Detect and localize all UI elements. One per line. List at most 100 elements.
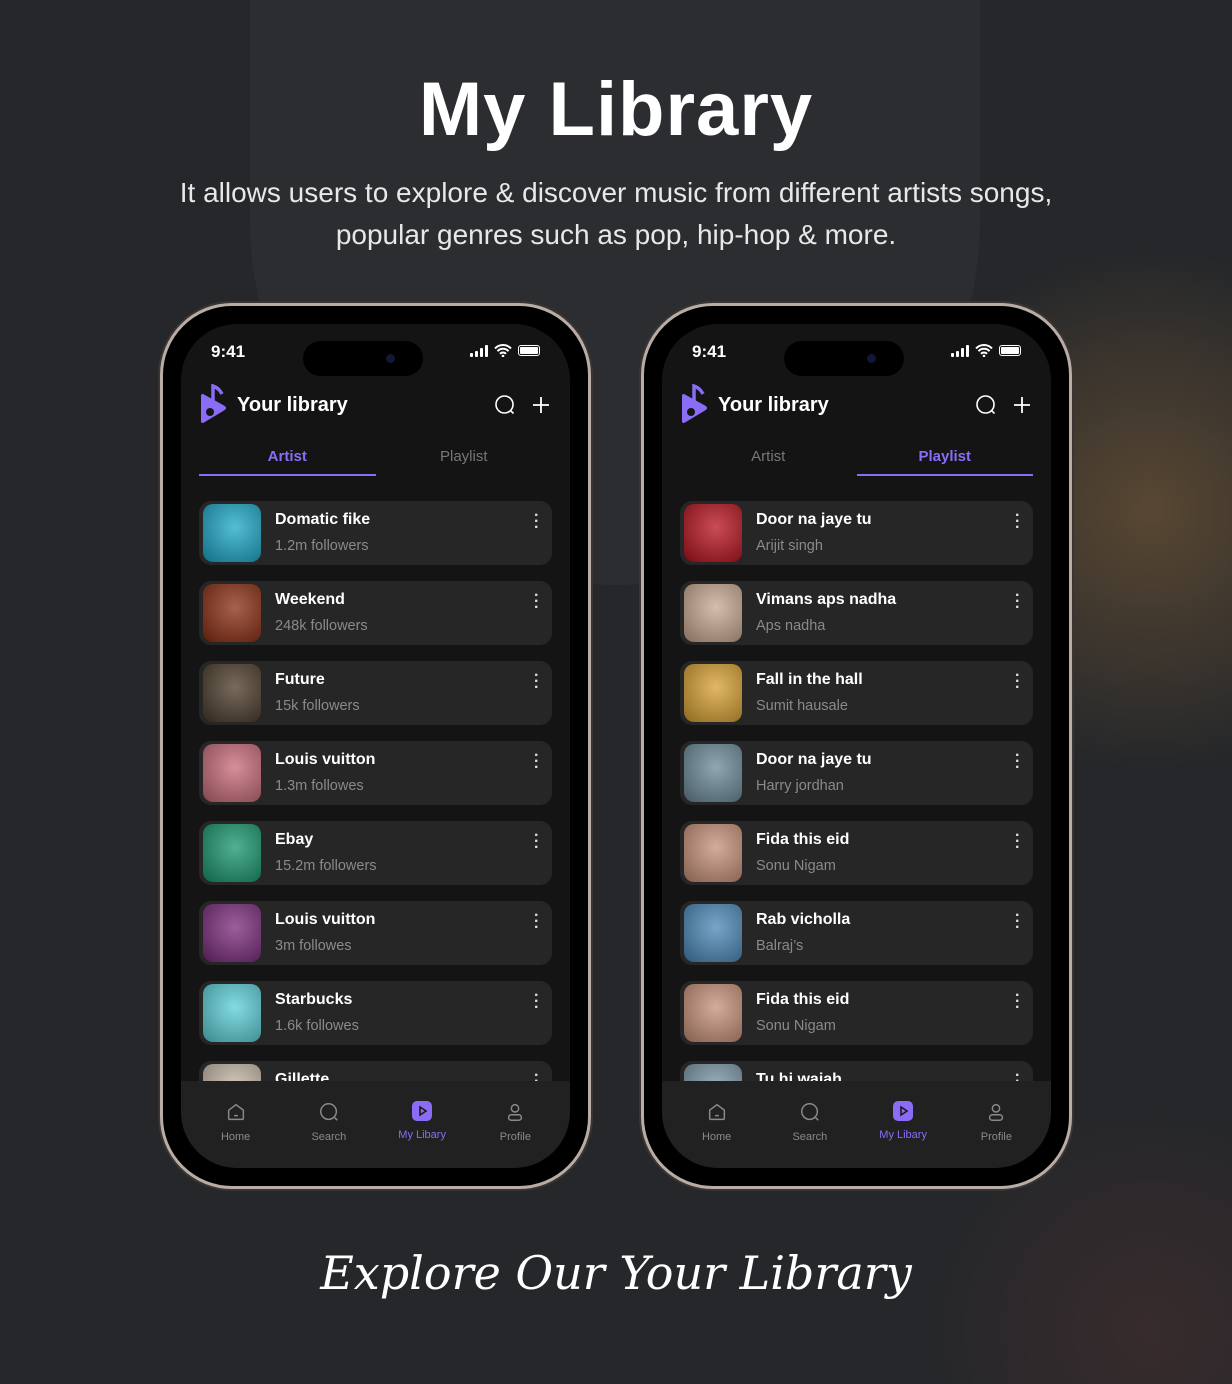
- search-icon: [763, 1101, 856, 1123]
- library-tabs: Artist Playlist: [680, 444, 1033, 476]
- nav-label: Search: [311, 1131, 347, 1143]
- nav-profile[interactable]: Profile: [950, 1081, 1043, 1168]
- search-icon[interactable]: [975, 394, 997, 416]
- nav-home[interactable]: Home: [189, 1081, 282, 1168]
- item-subtitle: 1.6k followes: [275, 1018, 359, 1034]
- more-options-icon[interactable]: ···: [1015, 668, 1020, 696]
- home-icon: [189, 1101, 282, 1123]
- nav-search[interactable]: Search: [282, 1081, 375, 1168]
- list-item[interactable]: Future 15k followers · · ·: [199, 661, 552, 725]
- battery-icon: [999, 345, 1021, 356]
- list-item[interactable]: Rab vicholla Balraj’s · · ·: [680, 901, 1033, 965]
- item-subtitle: 248k followers: [275, 618, 368, 634]
- list-item[interactable]: Vimans aps nadha Aps nadha · · ·: [680, 581, 1033, 645]
- item-title: Future: [275, 671, 325, 688]
- item-subtitle: 15.2m followers: [275, 858, 377, 874]
- item-subtitle: Harry jordhan: [756, 778, 844, 794]
- status-time: 9:41: [211, 342, 246, 361]
- list-item[interactable]: Domatic fike 1.2m followers · · ·: [199, 501, 552, 565]
- more-options-icon[interactable]: ···: [534, 988, 539, 1016]
- nav-label: Profile: [499, 1131, 531, 1143]
- add-icon[interactable]: [1011, 394, 1033, 416]
- item-thumbnail: [203, 904, 261, 962]
- item-subtitle: Arijit singh: [756, 538, 823, 554]
- item-subtitle: Balraj’s: [756, 938, 804, 954]
- tab-artist[interactable]: Artist: [680, 444, 857, 476]
- library-title: Your library: [237, 393, 348, 416]
- item-subtitle: Sonu Nigam: [756, 1018, 836, 1034]
- more-options-icon[interactable]: ···: [1015, 508, 1020, 536]
- list-item[interactable]: Louis vuitton 3m followes · · ·: [199, 901, 552, 965]
- nav-label: Profile: [980, 1131, 1012, 1143]
- search-icon[interactable]: [494, 394, 516, 416]
- home-icon: [670, 1101, 763, 1123]
- status-icons: [470, 344, 540, 357]
- item-subtitle: 1.3m followes: [275, 778, 364, 794]
- list-item[interactable]: Weekend 248k followers · · ·: [199, 581, 552, 645]
- nav-search[interactable]: Search: [763, 1081, 856, 1168]
- wifi-icon: [494, 344, 512, 357]
- item-thumbnail: [203, 824, 261, 882]
- item-subtitle: 15k followers: [275, 698, 360, 714]
- subtitle-line: popular genres such as pop, hip-hop & mo…: [335, 219, 897, 250]
- item-title: Door na jaye tu: [756, 511, 872, 528]
- nav-my-libary[interactable]: My Libary: [857, 1081, 950, 1168]
- status-time: 9:41: [692, 342, 727, 361]
- nav-profile[interactable]: Profile: [469, 1081, 562, 1168]
- tab-playlist[interactable]: Playlist: [856, 444, 1033, 476]
- item-thumbnail: [203, 744, 261, 802]
- list-item[interactable]: Ebay 15.2m followers · · ·: [199, 821, 552, 885]
- more-options-icon[interactable]: ···: [534, 668, 539, 696]
- more-options-icon[interactable]: ···: [534, 508, 539, 536]
- list-item[interactable]: Door na jaye tu Harry jordhan · · ·: [680, 741, 1033, 805]
- app-logo-icon: [201, 384, 226, 423]
- item-title: Fida this eid: [756, 991, 850, 1008]
- list-item[interactable]: Louis vuitton 1.3m followes · · ·: [199, 741, 552, 805]
- library-icon: [857, 1101, 950, 1121]
- bottom-nav: Home Search My Libary Profile: [662, 1081, 1051, 1168]
- tab-artist[interactable]: Artist: [199, 444, 376, 476]
- library-icon: [376, 1101, 469, 1121]
- more-options-icon[interactable]: ···: [1015, 908, 1020, 936]
- item-title: Ebay: [275, 831, 314, 848]
- item-subtitle: 1.2m followers: [275, 538, 369, 554]
- list-item[interactable]: Fida this eid Sonu Nigam · · ·: [680, 981, 1033, 1045]
- item-subtitle: Sonu Nigam: [756, 858, 836, 874]
- nav-label: My Libary: [398, 1129, 446, 1141]
- item-title: Starbucks: [275, 991, 353, 1008]
- item-title: Domatic fike: [275, 511, 371, 528]
- list-item[interactable]: Fall in the hall Sumit hausale · · ·: [680, 661, 1033, 725]
- item-title: Weekend: [275, 591, 345, 608]
- item-title: Louis vuitton: [275, 911, 376, 928]
- phone-screen: 9:41 Your library Artist Playlist Door na…: [662, 324, 1051, 1168]
- tab-playlist[interactable]: Playlist: [376, 444, 553, 476]
- item-thumbnail: [684, 904, 742, 962]
- more-options-icon[interactable]: ···: [1015, 588, 1020, 616]
- library-tabs: Artist Playlist: [199, 444, 552, 476]
- more-options-icon[interactable]: ···: [1015, 828, 1020, 856]
- nav-label: Home: [701, 1131, 732, 1143]
- battery-icon: [518, 345, 540, 356]
- footer-tagline: Explore Our Your Library: [320, 1246, 912, 1300]
- item-title: Fall in the hall: [756, 671, 863, 688]
- nav-my-libary[interactable]: My Libary: [376, 1081, 469, 1168]
- list-item[interactable]: Fida this eid Sonu Nigam · · ·: [680, 821, 1033, 885]
- add-icon[interactable]: [530, 394, 552, 416]
- list-item[interactable]: Starbucks 1.6k followes · · ·: [199, 981, 552, 1045]
- item-subtitle: Aps nadha: [756, 618, 826, 634]
- more-options-icon[interactable]: ···: [534, 588, 539, 616]
- more-options-icon[interactable]: ···: [534, 748, 539, 776]
- phone-mockup: 9:41 Your library Artist Playlist Domatic…: [160, 303, 591, 1189]
- library-list: Door na jaye tu Arijit singh · · · Vimans …: [680, 501, 1033, 1141]
- nav-home[interactable]: Home: [670, 1081, 763, 1168]
- more-options-icon[interactable]: ···: [534, 908, 539, 936]
- library-title: Your library: [718, 393, 829, 416]
- nav-label: Home: [220, 1131, 251, 1143]
- signal-icon: [951, 344, 969, 357]
- library-header: Your library: [680, 384, 1033, 426]
- more-options-icon[interactable]: ···: [1015, 988, 1020, 1016]
- list-item[interactable]: Door na jaye tu Arijit singh · · ·: [680, 501, 1033, 565]
- library-header: Your library: [199, 384, 552, 426]
- more-options-icon[interactable]: ···: [1015, 748, 1020, 776]
- more-options-icon[interactable]: ···: [534, 828, 539, 856]
